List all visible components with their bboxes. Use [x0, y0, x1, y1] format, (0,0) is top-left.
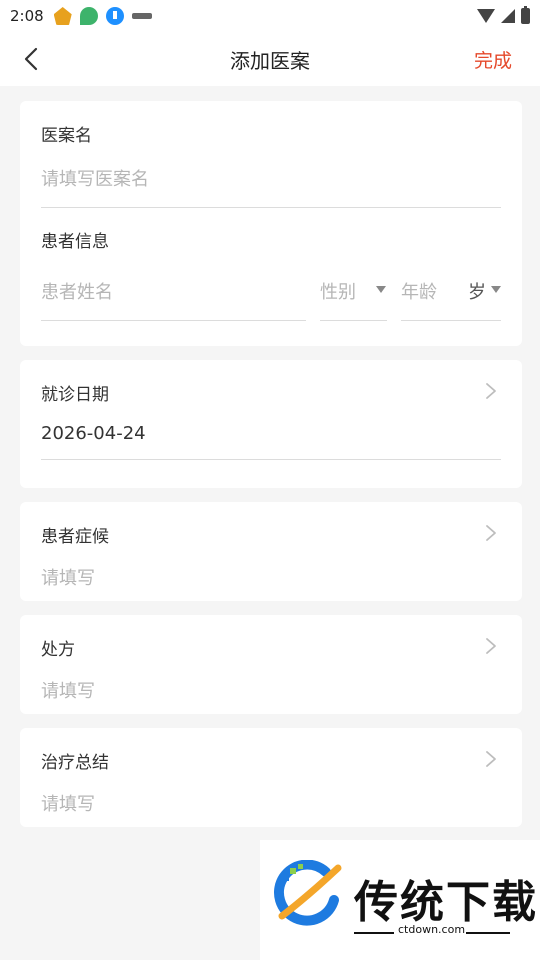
patient-name-divider	[41, 320, 306, 321]
treatment-summary-input[interactable]: 请填写	[41, 790, 95, 816]
chevron-right-icon	[484, 636, 498, 656]
symptoms-label: 患者症候	[41, 527, 109, 547]
case-name-divider	[41, 207, 501, 208]
chevron-right-icon	[484, 523, 498, 543]
case-name-label: 医案名	[41, 126, 92, 146]
visit-date-card[interactable]: 就诊日期 2026-04-24	[20, 360, 522, 488]
prescription-input[interactable]: 请填写	[41, 677, 95, 703]
watermark-title: 传统下载	[354, 877, 538, 928]
prescription-label: 处方	[41, 640, 75, 660]
watermark-logo-icon	[274, 860, 342, 926]
case-name-input[interactable]: 请填写医案名	[41, 165, 149, 191]
age-unit: 岁	[468, 282, 486, 303]
app-shield-icon	[53, 7, 72, 25]
treatment-summary-label: 治疗总结	[41, 753, 109, 773]
mini-app-icon	[131, 13, 152, 19]
wifi-icon	[477, 9, 495, 23]
gender-divider	[320, 320, 387, 321]
dropdown-arrow-icon	[491, 286, 501, 293]
nav-bar: 添加医案 完成	[0, 32, 540, 86]
visit-date-divider	[41, 459, 501, 460]
age-divider	[401, 320, 501, 321]
visit-date-label: 就诊日期	[41, 385, 109, 405]
age-input[interactable]: 年龄	[401, 278, 437, 304]
patient-info-label: 患者信息	[41, 232, 109, 252]
dropdown-arrow-icon	[376, 286, 386, 293]
chevron-right-icon	[484, 381, 498, 401]
system-icons	[477, 6, 530, 24]
leaf-app-icon	[79, 7, 98, 25]
watermark-subtitle: ctdown.com	[398, 923, 466, 936]
treatment-summary-card[interactable]: 治疗总结 请填写	[20, 728, 522, 827]
symptoms-input[interactable]: 请填写	[41, 564, 95, 590]
battery-icon	[521, 6, 530, 24]
done-button[interactable]: 完成	[474, 46, 512, 73]
download-app-icon	[105, 7, 124, 25]
age-unit-select[interactable]: 岁	[468, 273, 502, 313]
page-title: 添加医案	[230, 48, 310, 73]
gender-placeholder: 性别	[320, 282, 356, 303]
back-button[interactable]	[20, 45, 44, 73]
status-bar: 2:08	[0, 0, 540, 32]
signal-icon	[501, 9, 515, 23]
patient-name-input[interactable]: 患者姓名	[41, 278, 113, 304]
watermark-line-left	[354, 932, 394, 934]
symptoms-card[interactable]: 患者症候 请填写	[20, 502, 522, 601]
visit-date-value: 2026-04-24	[41, 423, 146, 444]
watermark-logo: 传统下载 ctdown.com	[260, 840, 540, 960]
case-info-card: 医案名 请填写医案名 患者信息 患者姓名 性别 年龄 岁	[20, 101, 522, 346]
notification-icons	[53, 7, 152, 25]
prescription-card[interactable]: 处方 请填写	[20, 615, 522, 714]
chevron-left-icon	[24, 47, 38, 71]
chevron-right-icon	[484, 749, 498, 769]
watermark-line-right	[466, 932, 510, 934]
status-time: 2:08	[10, 7, 44, 25]
gender-select[interactable]: 性别	[320, 273, 387, 313]
